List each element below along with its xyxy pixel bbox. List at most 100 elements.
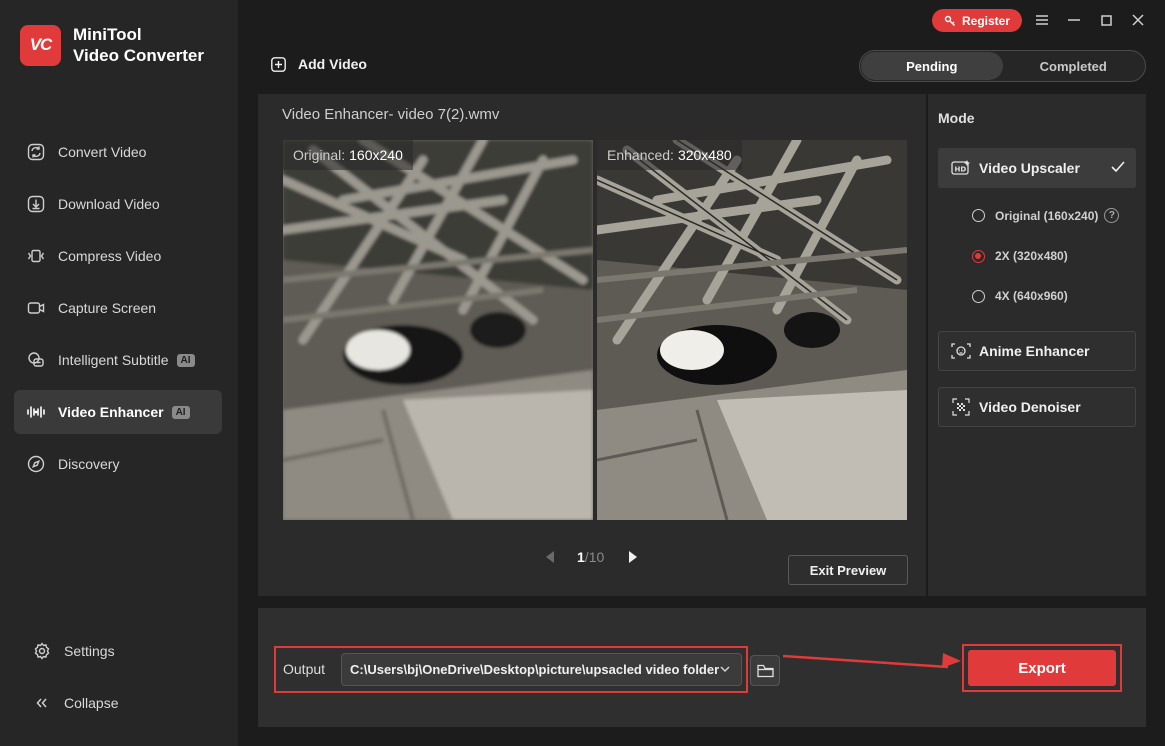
register-label: Register [961, 13, 1011, 28]
denoise-icon [951, 397, 971, 417]
sidebar-item-label: Capture Screen [58, 300, 157, 316]
app-name: MiniTool Video Converter [73, 24, 204, 66]
sidebar-item-label: Convert Video [58, 144, 147, 160]
anime-enhancer-button[interactable]: Anime Enhancer [938, 331, 1136, 371]
output-path-select[interactable]: C:\Users\bj\OneDrive\Desktop\picture\ups… [341, 653, 742, 686]
maximize-icon[interactable] [1096, 10, 1116, 30]
radio-original[interactable] [972, 209, 985, 222]
preview-title: Video Enhancer- video 7(2).wmv [282, 106, 500, 123]
enhanced-frame: Enhanced: 320x480 [597, 140, 907, 520]
camera-icon [26, 298, 46, 318]
plus-square-icon [271, 56, 286, 72]
collapse-label: Collapse [64, 695, 119, 711]
brand: VC MiniTool Video Converter [20, 24, 204, 66]
enhanced-video-frame [597, 140, 907, 520]
mode-title: Mode [938, 110, 975, 126]
app-logo: VC [20, 24, 61, 66]
export-button[interactable]: Export [968, 650, 1116, 686]
sidebar-item-label: Discovery [58, 456, 120, 472]
close-icon[interactable] [1128, 10, 1148, 30]
tab-pending[interactable]: Pending [861, 52, 1003, 80]
app-name-line1: MiniTool [73, 25, 142, 44]
gear-icon [32, 641, 52, 661]
annotation-arrow [783, 653, 961, 669]
waveform-icon [26, 402, 46, 422]
option-2x-label: 2X (320x480) [995, 249, 1068, 263]
enhanced-label-text: Enhanced: [607, 147, 674, 163]
enhanced-resolution: 320x480 [677, 147, 732, 163]
preview-panel: Video Enhancer- video 7(2).wmv Original:… [258, 94, 926, 596]
exit-preview-button[interactable]: Exit Preview [788, 555, 908, 585]
radio-2x[interactable] [972, 249, 985, 263]
frame-pager: 1 / 10 [546, 549, 638, 565]
sidebar-item-download-video[interactable]: Download Video [14, 182, 222, 226]
sidebar-item-label: Compress Video [58, 248, 162, 264]
folder-icon [756, 664, 774, 678]
output-bar: Output C:\Users\bj\OneDrive\Desktop\pict… [258, 608, 1146, 727]
video-denoiser-label: Video Denoiser [979, 399, 1081, 415]
add-video-button[interactable]: Add Video [271, 56, 367, 72]
add-video-label: Add Video [298, 56, 367, 72]
original-label: Original: 160x240 [283, 140, 413, 170]
convert-icon [26, 142, 46, 162]
sidebar-item-intelligent-subtitle[interactable]: Intelligent Subtitle AI [14, 338, 222, 382]
export-highlight: Export [962, 644, 1122, 692]
enhanced-label: Enhanced: 320x480 [597, 140, 742, 170]
chevron-down-icon [719, 663, 731, 678]
tab-completed[interactable]: Completed [1003, 52, 1145, 80]
video-upscaler-label: Video Upscaler [979, 160, 1080, 176]
register-button[interactable]: Register [932, 9, 1022, 32]
output-label: Output [283, 661, 326, 677]
check-icon [1111, 160, 1125, 176]
original-resolution: 160x240 [349, 147, 403, 163]
minimize-icon[interactable] [1064, 10, 1084, 30]
settings-button[interactable]: Settings [20, 630, 220, 672]
ai-badge: AI [171, 405, 190, 419]
sidebar: VC MiniTool Video Converter Convert Vide… [0, 0, 238, 746]
status-tabs: Pending Completed [859, 50, 1146, 82]
option-original[interactable]: Original (160x240) ? [972, 208, 1120, 223]
sidebar-item-label: Video Enhancer [58, 404, 164, 420]
prev-frame-icon[interactable] [546, 551, 555, 563]
sidebar-item-capture-screen[interactable]: Capture Screen [14, 286, 222, 330]
mode-panel: Mode HD Video Upscaler Original (160x240… [928, 94, 1146, 596]
video-upscaler-button[interactable]: HD Video Upscaler [938, 148, 1136, 188]
output-path: C:\Users\bj\OneDrive\Desktop\picture\ups… [350, 662, 720, 677]
next-frame-icon[interactable] [628, 551, 638, 563]
radio-4x[interactable] [972, 289, 985, 303]
sidebar-item-convert-video[interactable]: Convert Video [14, 130, 222, 174]
compass-icon [26, 454, 46, 474]
sidebar-bottom: Settings Collapse [20, 630, 220, 734]
original-label-text: Original: [293, 147, 346, 163]
sidebar-item-compress-video[interactable]: Compress Video [14, 234, 222, 278]
menu-icon[interactable] [1032, 10, 1052, 30]
key-icon [944, 15, 956, 27]
double-chevron-left-icon [32, 693, 52, 713]
svg-text:HD: HD [955, 166, 967, 174]
page-current: 1 [577, 549, 585, 565]
app-name-line2: Video Converter [73, 46, 205, 65]
sidebar-item-video-enhancer[interactable]: Video Enhancer AI [14, 390, 222, 434]
option-4x-label: 4X (640x960) [995, 289, 1068, 303]
hd-icon: HD [951, 158, 971, 178]
video-denoiser-button[interactable]: Video Denoiser [938, 387, 1136, 427]
browse-folder-button[interactable] [750, 655, 780, 686]
original-frame: Original: 160x240 [283, 140, 593, 520]
output-highlight: Output C:\Users\bj\OneDrive\Desktop\pict… [274, 646, 748, 693]
help-icon[interactable]: ? [1104, 208, 1120, 223]
anime-enhancer-label: Anime Enhancer [979, 343, 1090, 359]
download-icon [26, 194, 46, 214]
sidebar-item-label: Intelligent Subtitle [58, 352, 169, 368]
option-original-label: Original (160x240) [995, 208, 1099, 223]
sidebar-nav: Convert Video Download Video Compress Vi… [14, 130, 222, 494]
option-4x[interactable]: 4X (640x960) [972, 289, 1068, 303]
original-video-frame [283, 140, 593, 520]
settings-label: Settings [64, 643, 115, 659]
option-2x[interactable]: 2X (320x480) [972, 249, 1068, 263]
compress-icon [26, 246, 46, 266]
ai-badge: AI [176, 353, 195, 367]
collapse-button[interactable]: Collapse [20, 682, 220, 724]
subtitle-icon [26, 350, 46, 370]
sidebar-item-discovery[interactable]: Discovery [14, 442, 222, 486]
anime-icon [951, 341, 971, 361]
